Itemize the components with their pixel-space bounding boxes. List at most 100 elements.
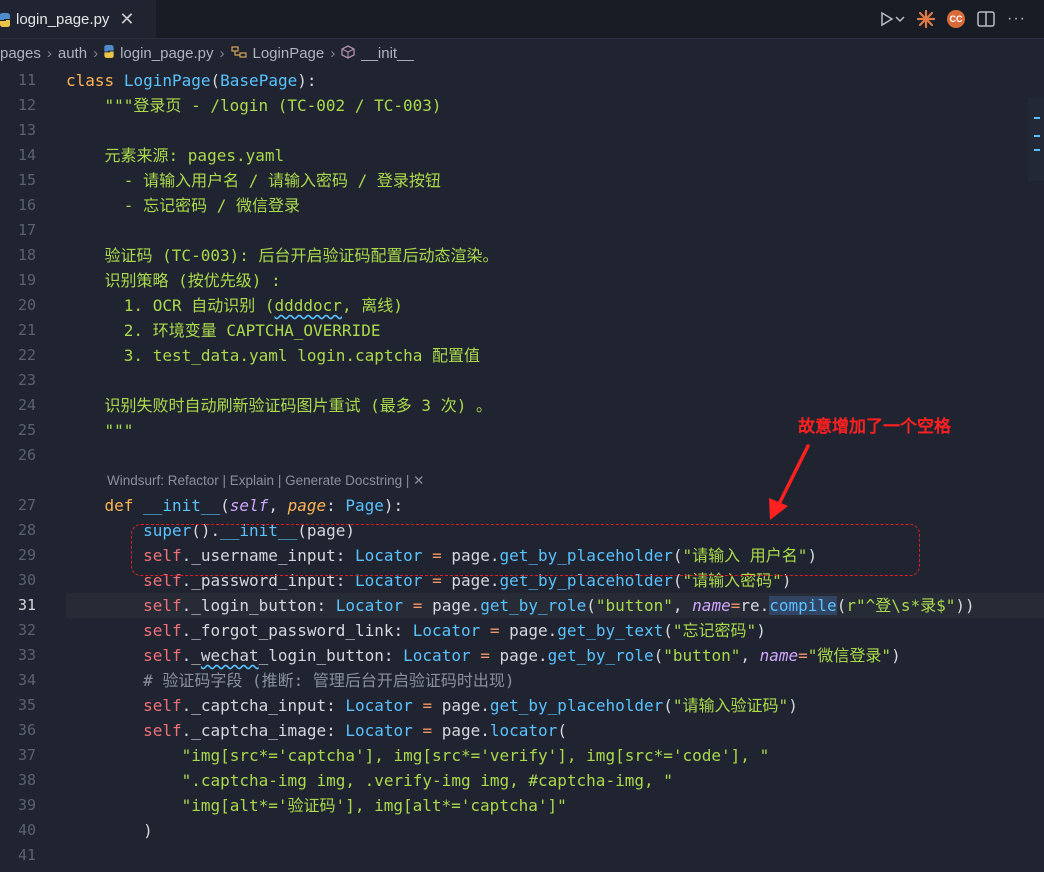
line-number: 17 <box>17 221 36 239</box>
code-line: 12 """登录页 - /login (TC-002 / TC-003) <box>0 93 1044 118</box>
code-line-active: 31 self._login_button: Locator = page.ge… <box>0 593 1044 618</box>
code-line: 33 self._wechat_login_button: Locator = … <box>0 643 1044 668</box>
code-text: 元素来源: pages.yaml <box>66 146 285 165</box>
tab-login-page[interactable]: login_page.py ✕ <box>0 0 156 38</box>
line-number: 11 <box>17 71 36 89</box>
codelens-line: Windsurf: Refactor | Explain | Generate … <box>0 468 1044 493</box>
code-line: 13 <box>0 118 1044 143</box>
code-line: 34 # 验证码字段 (推断: 管理后台开启验证码时出现) <box>0 668 1044 693</box>
claude-code-icon[interactable]: CC <box>947 10 966 28</box>
line-number: 37 <box>17 746 36 764</box>
line-number: 19 <box>17 271 36 289</box>
code-text: 验证码 (TC-003): 后台开启验证码配置后动态渲染。 <box>66 246 499 265</box>
code-text: "img[src*='captcha'], img[src*='verify']… <box>66 746 770 765</box>
code-text: 1. OCR 自动识别 (ddddocr, 离线) <box>66 296 403 315</box>
line-number: 23 <box>17 371 36 389</box>
code-line: 20 1. OCR 自动识别 (ddddocr, 离线) <box>0 293 1044 318</box>
code-line: 26 <box>0 443 1044 468</box>
line-number: 40 <box>17 821 36 839</box>
code-text: 识别失败时自动刷新验证码图片重试 (最多 3 次) 。 <box>66 396 492 415</box>
breadcrumb-pages[interactable]: pages <box>0 45 41 62</box>
code-line: 11 class LoginPage(BasePage): <box>0 68 1044 93</box>
line-number: 16 <box>17 196 36 214</box>
code-text: """登录页 - /login (TC-002 / TC-003) <box>66 96 442 115</box>
code-text: class LoginPage(BasePage): <box>66 71 317 90</box>
line-number: 21 <box>17 321 36 339</box>
tab-label: login_page.py <box>16 10 110 28</box>
code-line: 41 <box>0 843 1044 868</box>
code-line: 22 3. test_data.yaml login.captcha 配置值 <box>0 343 1044 368</box>
code-line: 37 "img[src*='captcha'], img[src*='verif… <box>0 743 1044 768</box>
line-number: 32 <box>17 621 36 639</box>
line-number: 33 <box>17 646 36 664</box>
line-number: 15 <box>17 171 36 189</box>
chevron-right-icon: › <box>330 44 336 62</box>
line-number: 38 <box>17 771 36 789</box>
line-number: 39 <box>17 796 36 814</box>
code-text: self._captcha_input: Locator = page.get_… <box>143 696 798 715</box>
more-actions-icon[interactable]: ··· <box>1007 10 1026 28</box>
code-line: 32 self._forgot_password_link: Locator =… <box>0 618 1044 643</box>
code-text: # 验证码字段 (推断: 管理后台开启验证码时出现) <box>66 671 515 690</box>
breadcrumb-file[interactable]: login_page.py <box>120 45 213 62</box>
close-icon[interactable]: ✕ <box>119 9 134 30</box>
line-number: 28 <box>17 521 36 539</box>
line-number: 35 <box>17 696 36 714</box>
code-line: 40 ) <box>0 818 1044 843</box>
line-number: 41 <box>17 846 36 864</box>
breadcrumb-class[interactable]: LoginPage <box>253 45 325 62</box>
code-line: 38 ".captcha-img img, .verify-img img, #… <box>0 768 1044 793</box>
code-text: 2. 环境变量 CAPTCHA_OVERRIDE <box>66 321 381 340</box>
code-line: 36 self._captcha_image: Locator = page.l… <box>0 718 1044 743</box>
line-number: 13 <box>17 121 36 139</box>
chevron-right-icon: › <box>93 44 99 62</box>
annotation-text: 故意增加了一个空格 <box>798 417 951 436</box>
code-editor[interactable]: 11 class LoginPage(BasePage): 12 """登录页 … <box>0 68 1044 872</box>
line-number: 12 <box>17 96 36 114</box>
tab-actions: CC ··· <box>879 7 1026 31</box>
python-file-icon <box>0 12 10 27</box>
class-symbol-icon <box>230 45 247 61</box>
line-number: 24 <box>17 396 36 414</box>
code-text: def __init__(self, page: Page): <box>104 496 404 515</box>
breadcrumb-auth[interactable]: auth <box>58 45 87 62</box>
breadcrumb-method[interactable]: __init__ <box>361 45 414 62</box>
code-line: 19 识别策略 (按优先级) : <box>0 268 1044 293</box>
code-text: self._forgot_password_link: Locator = pa… <box>143 621 766 640</box>
line-number: 30 <box>17 571 36 589</box>
code-text: "img[alt*='验证码'], img[alt*='captcha']" <box>66 796 567 815</box>
code-line: 16 - 忘记密码 / 微信登录 <box>0 193 1044 218</box>
code-line: 14 元素来源: pages.yaml <box>0 143 1044 168</box>
code-text: self._login_button: Locator = page.get_b… <box>143 596 975 615</box>
code-text: - 忘记密码 / 微信登录 <box>66 196 300 215</box>
tab-bar: login_page.py ✕ CC ··· <box>0 0 1044 39</box>
line-number: 20 <box>17 296 36 314</box>
code-line: 35 self._captcha_input: Locator = page.g… <box>0 693 1044 718</box>
code-text: self._captcha_image: Locator = page.loca… <box>143 721 567 740</box>
line-number: 25 <box>17 421 36 439</box>
code-line: 27 def __init__(self, page: Page): <box>0 493 1044 518</box>
python-file-icon <box>104 45 114 61</box>
code-line: 18 验证码 (TC-003): 后台开启验证码配置后动态渲染。 <box>0 243 1044 268</box>
codelens[interactable]: Windsurf: Refactor | Explain | Generate … <box>107 468 424 493</box>
line-number: 34 <box>17 671 36 689</box>
code-line: 15 - 请输入用户名 / 请输入密码 / 登录按钮 <box>0 168 1044 193</box>
line-number: 29 <box>17 546 36 564</box>
code-text: - 请输入用户名 / 请输入密码 / 登录按钮 <box>66 171 441 190</box>
sparkle-icon[interactable] <box>917 10 936 28</box>
code-text: """ <box>66 421 134 440</box>
chevron-right-icon: › <box>46 44 52 62</box>
code-text: 识别策略 (按优先级) : <box>66 271 281 290</box>
breadcrumb: pages › auth › login_page.py › LoginPage… <box>0 40 1044 66</box>
code-line: 21 2. 环境变量 CAPTCHA_OVERRIDE <box>0 318 1044 343</box>
annotation-arrow-icon <box>769 444 810 520</box>
code-line: 39 "img[alt*='验证码'], img[alt*='captcha']… <box>0 793 1044 818</box>
run-icon[interactable] <box>879 11 905 27</box>
line-number: 31 <box>17 596 36 614</box>
split-editor-icon[interactable] <box>977 11 995 27</box>
line-number: 22 <box>17 346 36 364</box>
code-text: ".captcha-img img, .verify-img img, #cap… <box>66 771 673 790</box>
code-line: 17 <box>0 218 1044 243</box>
line-number: 27 <box>17 496 36 514</box>
code-text: ) <box>66 821 153 840</box>
